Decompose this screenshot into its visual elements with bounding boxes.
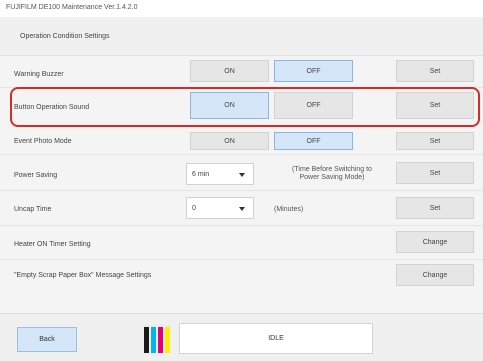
uncap-time-value: 0 bbox=[192, 204, 196, 212]
warning-buzzer-on-button[interactable]: ON bbox=[190, 60, 269, 82]
power-saving-note: (Time Before Switching to Power Saving M… bbox=[274, 166, 390, 182]
status-display: IDLE bbox=[179, 323, 373, 354]
event-photo-on-button[interactable]: ON bbox=[190, 132, 269, 150]
event-photo-off-button[interactable]: OFF bbox=[274, 132, 353, 150]
dropdown-arrow-icon bbox=[239, 207, 245, 211]
power-saving-select[interactable]: 6 min bbox=[186, 163, 254, 185]
scrap-paper-change-button[interactable]: Change bbox=[396, 264, 474, 286]
warning-buzzer-label: Warning Buzzer bbox=[14, 71, 64, 78]
scrap-paper-label: "Empty Scrap Paper Box" Message Settings bbox=[14, 272, 152, 279]
ink-magenta-icon bbox=[158, 325, 163, 353]
power-saving-note-line1: (Time Before Switching to bbox=[292, 166, 372, 173]
uncap-time-label: Uncap Time bbox=[14, 206, 52, 213]
heater-timer-change-button[interactable]: Change bbox=[396, 231, 474, 253]
warning-buzzer-set-button[interactable]: Set bbox=[396, 60, 474, 82]
uncap-time-note: (Minutes) bbox=[274, 206, 304, 213]
ink-cyan-icon bbox=[151, 325, 156, 353]
event-photo-label: Event Photo Mode bbox=[14, 138, 72, 145]
heater-timer-label: Heater ON Timer Setting bbox=[14, 241, 91, 248]
window-titlebar: FUJIFILM DE100 Maintenance Ver.1.4.2.0 bbox=[0, 0, 483, 17]
uncap-time-set-button[interactable]: Set bbox=[396, 197, 474, 219]
ink-black-icon bbox=[144, 325, 149, 353]
highlight-frame bbox=[10, 87, 480, 127]
power-saving-value: 6 min bbox=[192, 170, 210, 178]
warning-buzzer-off-button[interactable]: OFF bbox=[274, 60, 353, 82]
ink-cap-mark bbox=[158, 325, 163, 327]
page-header: Operation Condition Settings bbox=[0, 17, 483, 56]
row-divider bbox=[0, 190, 483, 191]
event-photo-set-button[interactable]: Set bbox=[396, 132, 474, 150]
page-title: Operation Condition Settings bbox=[20, 33, 110, 40]
row-divider bbox=[0, 154, 483, 155]
ink-yellow-icon bbox=[165, 325, 170, 353]
back-button[interactable]: Back bbox=[17, 327, 77, 352]
row-divider bbox=[0, 259, 483, 260]
uncap-time-select[interactable]: 0 bbox=[186, 197, 254, 219]
row-divider bbox=[0, 225, 483, 226]
ink-cap-mark bbox=[165, 325, 170, 327]
ink-cap-mark bbox=[144, 325, 149, 327]
dropdown-arrow-icon bbox=[239, 173, 245, 177]
ink-cap-mark bbox=[151, 325, 156, 327]
power-saving-label: Power Saving bbox=[14, 172, 58, 179]
power-saving-set-button[interactable]: Set bbox=[396, 162, 474, 184]
window-title: FUJIFILM DE100 Maintenance Ver.1.4.2.0 bbox=[6, 4, 138, 11]
power-saving-note-line2: Power Saving Mode) bbox=[299, 174, 365, 181]
